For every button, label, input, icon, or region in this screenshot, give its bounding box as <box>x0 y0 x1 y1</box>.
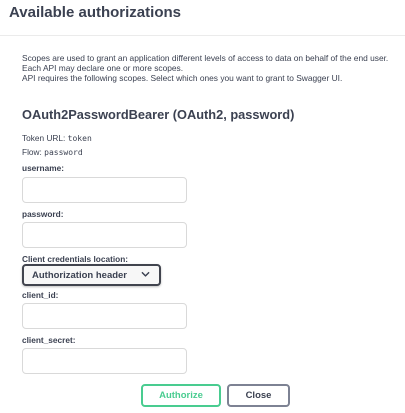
token-url-label: Token URL: <box>22 133 66 143</box>
client-secret-label: client_secret: <box>22 335 76 345</box>
modal-title: Available authorizations <box>9 4 181 21</box>
description-line-3: API requires the following scopes. Selec… <box>22 73 343 83</box>
flow-label: Flow: <box>22 147 42 157</box>
token-url-value: token <box>67 134 92 143</box>
description-line-2: Each API may declare one or more scopes. <box>22 63 184 73</box>
username-input[interactable] <box>22 177 187 203</box>
password-label: password: <box>22 209 64 219</box>
credentials-location-value: Authorization header <box>32 269 128 281</box>
password-input[interactable] <box>22 222 187 248</box>
username-label: username: <box>22 163 64 173</box>
authorize-button[interactable]: Authorize <box>141 384 221 407</box>
scheme-title: OAuth2PasswordBearer (OAuth2, password) <box>22 107 295 122</box>
modal-header: Available authorizations <box>0 0 405 36</box>
flow-value: password <box>44 148 83 157</box>
close-button[interactable]: Close <box>227 384 290 407</box>
description-line-1: Scopes are used to grant an application … <box>22 53 389 63</box>
credentials-location-select[interactable]: Authorization header <box>22 264 161 286</box>
credentials-location-label: Client credentials location: <box>22 254 129 264</box>
client-id-input[interactable] <box>22 303 187 329</box>
scopes-description: Scopes are used to grant an application … <box>22 53 402 73</box>
chevron-down-icon <box>141 271 150 277</box>
flow: Flow: password <box>22 147 83 157</box>
client-id-label: client_id: <box>22 290 59 300</box>
token-url: Token URL: token <box>22 133 92 143</box>
client-secret-input[interactable] <box>22 348 187 374</box>
